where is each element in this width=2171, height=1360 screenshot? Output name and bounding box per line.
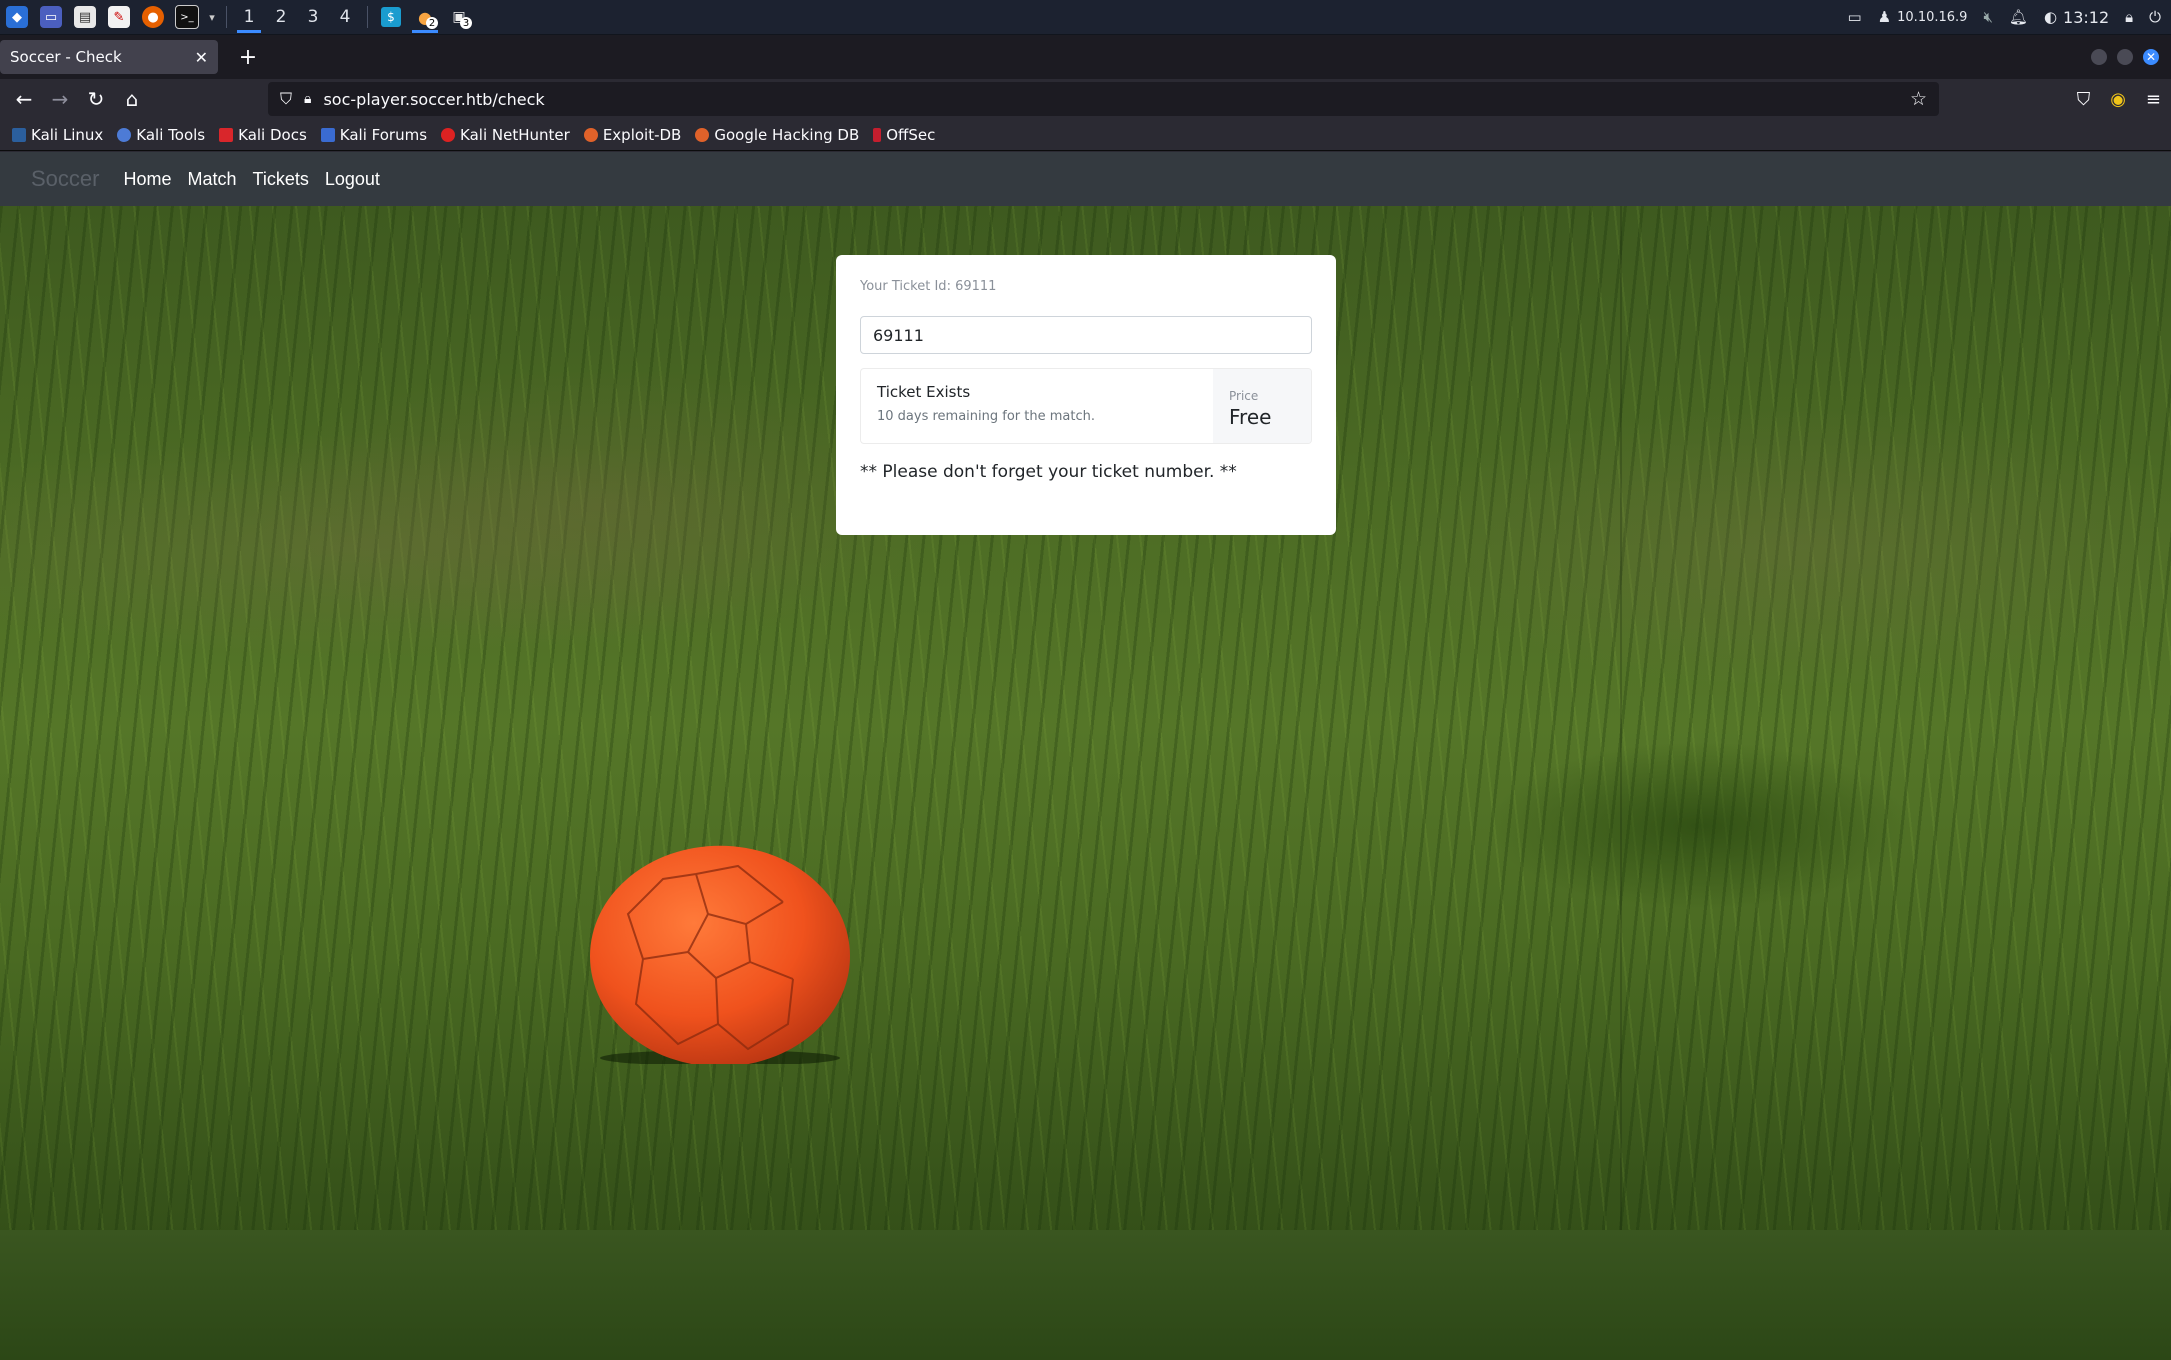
ticket-status-sub: 10 days remaining for the match. [877,409,1095,424]
notification-bell-icon[interactable]: 🔔︎ [2009,8,2028,26]
minimize-button[interactable] [2091,49,2107,65]
extension-icon[interactable]: ◉ [2110,89,2126,110]
bookmarks-toolbar: Kali Linux Kali Tools Kali Docs Kali For… [0,119,2171,151]
browser-tab-strip: Soccer - Check ✕ + ✕ [0,35,2171,79]
nav-match[interactable]: Match [188,169,237,190]
menu-hamburger-icon[interactable]: ≡ [2146,89,2161,110]
price-value: Free [1229,405,1272,429]
bookmark-kali-nethunter[interactable]: Kali NetHunter [441,126,570,144]
power-manager-icon[interactable]: ◐ [2044,8,2057,26]
close-icon[interactable]: ✕ [195,48,208,67]
window-icon[interactable]: ▭ [1848,8,1862,26]
price-label: Price [1229,389,1259,403]
bookmark-kali-docs[interactable]: Kali Docs [219,126,307,144]
bookmark-kali-tools[interactable]: Kali Tools [117,126,205,144]
nav-logout[interactable]: Logout [325,169,380,190]
ticket-card: Your Ticket Id: 69111 Ticket Exists 10 d… [836,255,1336,535]
kali-docs-icon [219,127,234,142]
ticket-id-label: Your Ticket Id: 69111 [860,279,997,294]
new-tab-button[interactable]: + [230,40,266,74]
firefox-icon[interactable]: ● [136,0,170,34]
background-tile-seam [1620,206,1622,1286]
chevron-down-icon[interactable]: ▾ [204,0,220,34]
forward-arrow-icon[interactable]: → [42,81,78,117]
nethunter-icon [441,127,456,142]
terminal-icon[interactable]: >_ [170,0,204,34]
task-terminal-icon[interactable]: ▣ 3 [442,0,476,34]
task-burp-icon[interactable]: $ [374,0,408,34]
back-arrow-icon[interactable]: ← [6,81,42,117]
lock-screen-icon[interactable]: 🔒︎ [2125,8,2133,26]
text-editor-icon[interactable]: ✎ [102,0,136,34]
bookmark-label: Kali Docs [238,125,307,144]
pocket-icon[interactable]: ⛉ [2077,89,2091,110]
bookmark-google-hacking-db[interactable]: Google Hacking DB [695,126,859,144]
soccer-ball-image [590,845,850,1064]
nav-tickets[interactable]: Tickets [253,169,309,190]
kali-tools-icon [117,127,132,142]
show-desktop-icon[interactable]: ▭ [34,0,68,34]
bookmark-label: Exploit-DB [602,125,682,144]
lock-icon[interactable]: 🔒︎ [304,91,311,107]
workspace-4[interactable]: 4 [329,0,361,34]
browser-tab-active[interactable]: Soccer - Check ✕ [0,40,218,74]
url-bar[interactable]: ⛉ 🔒︎ soc-player.soccer.htb/check ☆ [268,82,1939,116]
site-brand[interactable]: Soccer [31,166,99,192]
ticket-id-input[interactable] [860,316,1312,354]
shield-icon[interactable]: ⛉ [280,89,292,109]
bookmark-label: Kali Tools [136,125,206,144]
workspace-1[interactable]: 1 [233,0,265,34]
bookmark-offsec[interactable]: OffSec [873,126,935,144]
ip-address: 10.10.16.9 [1897,9,1968,25]
kali-forums-icon [320,127,335,142]
file-manager-icon[interactable]: ▤ [68,0,102,34]
speaker-muted-icon[interactable]: 🔇︎ [1983,8,1992,26]
workspace-2[interactable]: 2 [265,0,297,34]
bookmark-kali-forums[interactable]: Kali Forums [320,125,428,144]
bookmark-exploit-db[interactable]: Exploit-DB [583,125,682,144]
workspace-3[interactable]: 3 [297,0,329,34]
background-bottom-band [0,1230,2171,1360]
kali-menu-icon[interactable]: ◆ [0,0,34,34]
desktop-panel: ◆ ▭ ▤ ✎ ● >_ ▾ 1 2 3 4 $ ● 2 ▣ 3 ▭ ♟ 10.… [0,0,2171,35]
ticket-status-heading: Ticket Exists [877,383,971,401]
ghdb-icon [695,127,710,142]
site-navbar: Soccer Home Match Tickets Logout [0,152,2171,206]
ticket-note: ** Please don't forget your ticket numbe… [860,462,1237,482]
url-text[interactable]: soc-player.soccer.htb/check [323,90,544,109]
page-viewport: Soccer Home Match Tickets Logout Your Ti… [0,152,2171,1360]
ball-body [590,845,850,1064]
bookmark-label: Google Hacking DB [714,125,860,144]
offsec-icon [873,127,882,142]
exploit-db-icon [583,127,598,142]
nav-home[interactable]: Home [123,169,171,190]
bookmark-label: Kali NetHunter [460,125,570,144]
window-close-button[interactable]: ✕ [2143,49,2159,65]
home-icon[interactable]: ⌂ [114,81,150,117]
bookmark-label: Kali Linux [31,125,104,144]
task-badge: 3 [460,17,472,29]
panel-separator [226,6,227,28]
bookmark-label: Kali Forums [339,125,428,144]
browser-nav-toolbar: ← → ↻ ⌂ ⛉ 🔒︎ soc-player.soccer.htb/check… [0,79,2171,119]
panel-separator [367,6,368,28]
logout-icon[interactable]: ⏻ [2149,8,2161,26]
kali-dragon-icon [12,127,26,142]
tab-title: Soccer - Check [10,48,122,66]
bookmark-label: OffSec [886,125,936,144]
reload-icon[interactable]: ↻ [78,81,114,117]
task-badge: 2 [426,17,438,29]
panel-clock[interactable]: 13:12 [2063,8,2109,27]
vpn-user-icon[interactable]: ♟ [1878,8,1891,26]
ticket-result: Ticket Exists 10 days remaining for the … [860,368,1312,444]
bookmark-kali-linux[interactable]: Kali Linux [12,126,103,144]
task-firefox-icon[interactable]: ● 2 [408,0,442,34]
bookmark-star-icon[interactable]: ☆ [1910,88,1927,110]
maximize-button[interactable] [2117,49,2133,65]
